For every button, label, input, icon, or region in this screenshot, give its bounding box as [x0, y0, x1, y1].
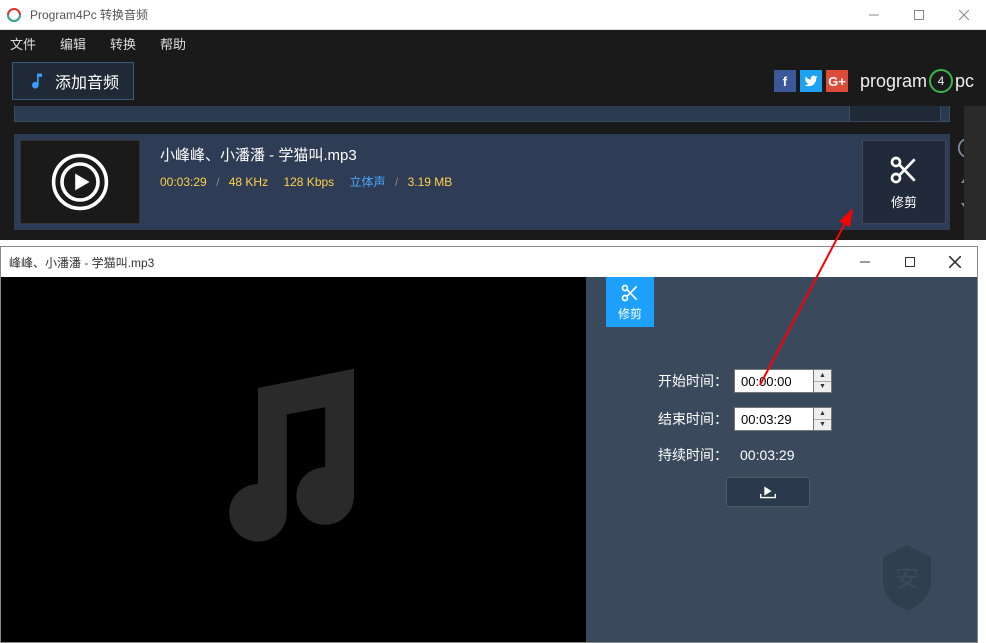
- file-size: 3.19 MB: [408, 175, 453, 189]
- start-time-spinner[interactable]: ▲▼: [814, 369, 832, 393]
- previous-file-row-partial[interactable]: [14, 106, 950, 122]
- menu-convert[interactable]: 转换: [110, 34, 136, 53]
- end-time-spinner[interactable]: ▲▼: [814, 407, 832, 431]
- maximize-button[interactable]: [896, 0, 941, 30]
- app-logo-icon: [6, 7, 22, 23]
- trim-window-title: 峰峰、小潘潘 - 学猫叫.mp3: [9, 254, 842, 271]
- menu-help[interactable]: 帮助: [160, 34, 186, 53]
- start-time-input[interactable]: [734, 369, 814, 393]
- scissors-icon: [888, 154, 920, 186]
- spinner-up-icon[interactable]: ▲: [814, 370, 831, 382]
- file-info: 小峰峰、小潘潘 - 学猫叫.mp3 00:03:29 / 48 KHz 128 …: [146, 134, 858, 230]
- end-time-input[interactable]: [734, 407, 814, 431]
- brand-four-icon: 4: [929, 69, 953, 93]
- file-thumbnail[interactable]: [20, 140, 140, 224]
- minimize-button[interactable]: [851, 0, 896, 30]
- window-title: Program4Pc 转换音频: [30, 6, 851, 23]
- facebook-icon[interactable]: f: [774, 70, 796, 92]
- svg-text:安: 安: [895, 566, 919, 593]
- trim-close-button[interactable]: [932, 247, 977, 277]
- main-titlebar: Program4Pc 转换音频: [0, 0, 986, 30]
- add-audio-button[interactable]: 添加音频: [12, 62, 134, 100]
- twitter-icon[interactable]: [800, 70, 822, 92]
- watermark-icon: 安: [867, 537, 947, 622]
- trim-window-titlebar[interactable]: 峰峰、小潘潘 - 学猫叫.mp3: [1, 247, 977, 277]
- file-kbps: 128 Kbps: [283, 175, 334, 189]
- play-circle-icon: [50, 152, 110, 212]
- duration-label: 持续时间：: [646, 445, 728, 465]
- menu-edit[interactable]: 编辑: [60, 34, 86, 53]
- file-duration: 00:03:29: [160, 175, 207, 189]
- play-export-icon: [757, 484, 779, 500]
- trim-tab[interactable]: 修剪: [606, 277, 654, 327]
- scissors-icon: [620, 283, 640, 303]
- brand-text-pre: program: [860, 71, 927, 92]
- file-meta: 00:03:29 / 48 KHz 128 Kbps 立体声 / 3.19 MB: [160, 173, 844, 190]
- file-name: 小峰峰、小潘潘 - 学猫叫.mp3: [160, 144, 844, 165]
- trim-window: 峰峰、小潘潘 - 学猫叫.mp3 修剪 开始时间： ▲▼: [0, 246, 978, 643]
- menu-file[interactable]: 文件: [10, 34, 36, 53]
- brand-logo: program 4 pc: [860, 69, 974, 93]
- music-note-icon: [27, 71, 47, 91]
- music-note-icon: [174, 340, 414, 580]
- file-stereo: 立体声: [350, 175, 386, 189]
- start-time-label: 开始时间：: [646, 371, 728, 391]
- googleplus-icon[interactable]: G+: [826, 70, 848, 92]
- file-list-area: 小峰峰、小潘潘 - 学猫叫.mp3 00:03:29 / 48 KHz 128 …: [0, 106, 986, 240]
- file-khz: 48 KHz: [229, 175, 268, 189]
- trim-button[interactable]: 修剪: [862, 140, 946, 224]
- spinner-up-icon[interactable]: ▲: [814, 408, 831, 420]
- spinner-down-icon[interactable]: ▼: [814, 382, 831, 393]
- end-time-label: 结束时间：: [646, 409, 728, 429]
- play-button[interactable]: [726, 477, 810, 507]
- trim-maximize-button[interactable]: [887, 247, 932, 277]
- brand-text-post: pc: [955, 71, 974, 92]
- menubar: 文件 编辑 转换 帮助: [0, 30, 986, 56]
- trim-side-panel: 修剪 开始时间： ▲▼ 结束时间： ▲▼: [586, 277, 977, 642]
- toolbar: 添加音频 f G+ program 4 pc: [0, 56, 986, 106]
- filelist-scrollbar[interactable]: [964, 106, 986, 240]
- duration-value: 00:03:29: [740, 447, 795, 463]
- file-row[interactable]: 小峰峰、小潘潘 - 学猫叫.mp3 00:03:29 / 48 KHz 128 …: [14, 134, 950, 230]
- trim-button-label: 修剪: [891, 192, 917, 211]
- trim-minimize-button[interactable]: [842, 247, 887, 277]
- audio-preview-pane: [1, 277, 586, 642]
- add-audio-label: 添加音频: [55, 69, 119, 93]
- trim-tab-label: 修剪: [618, 305, 642, 322]
- spinner-down-icon[interactable]: ▼: [814, 420, 831, 431]
- close-button[interactable]: [941, 0, 986, 30]
- social-icons: f G+: [774, 70, 848, 92]
